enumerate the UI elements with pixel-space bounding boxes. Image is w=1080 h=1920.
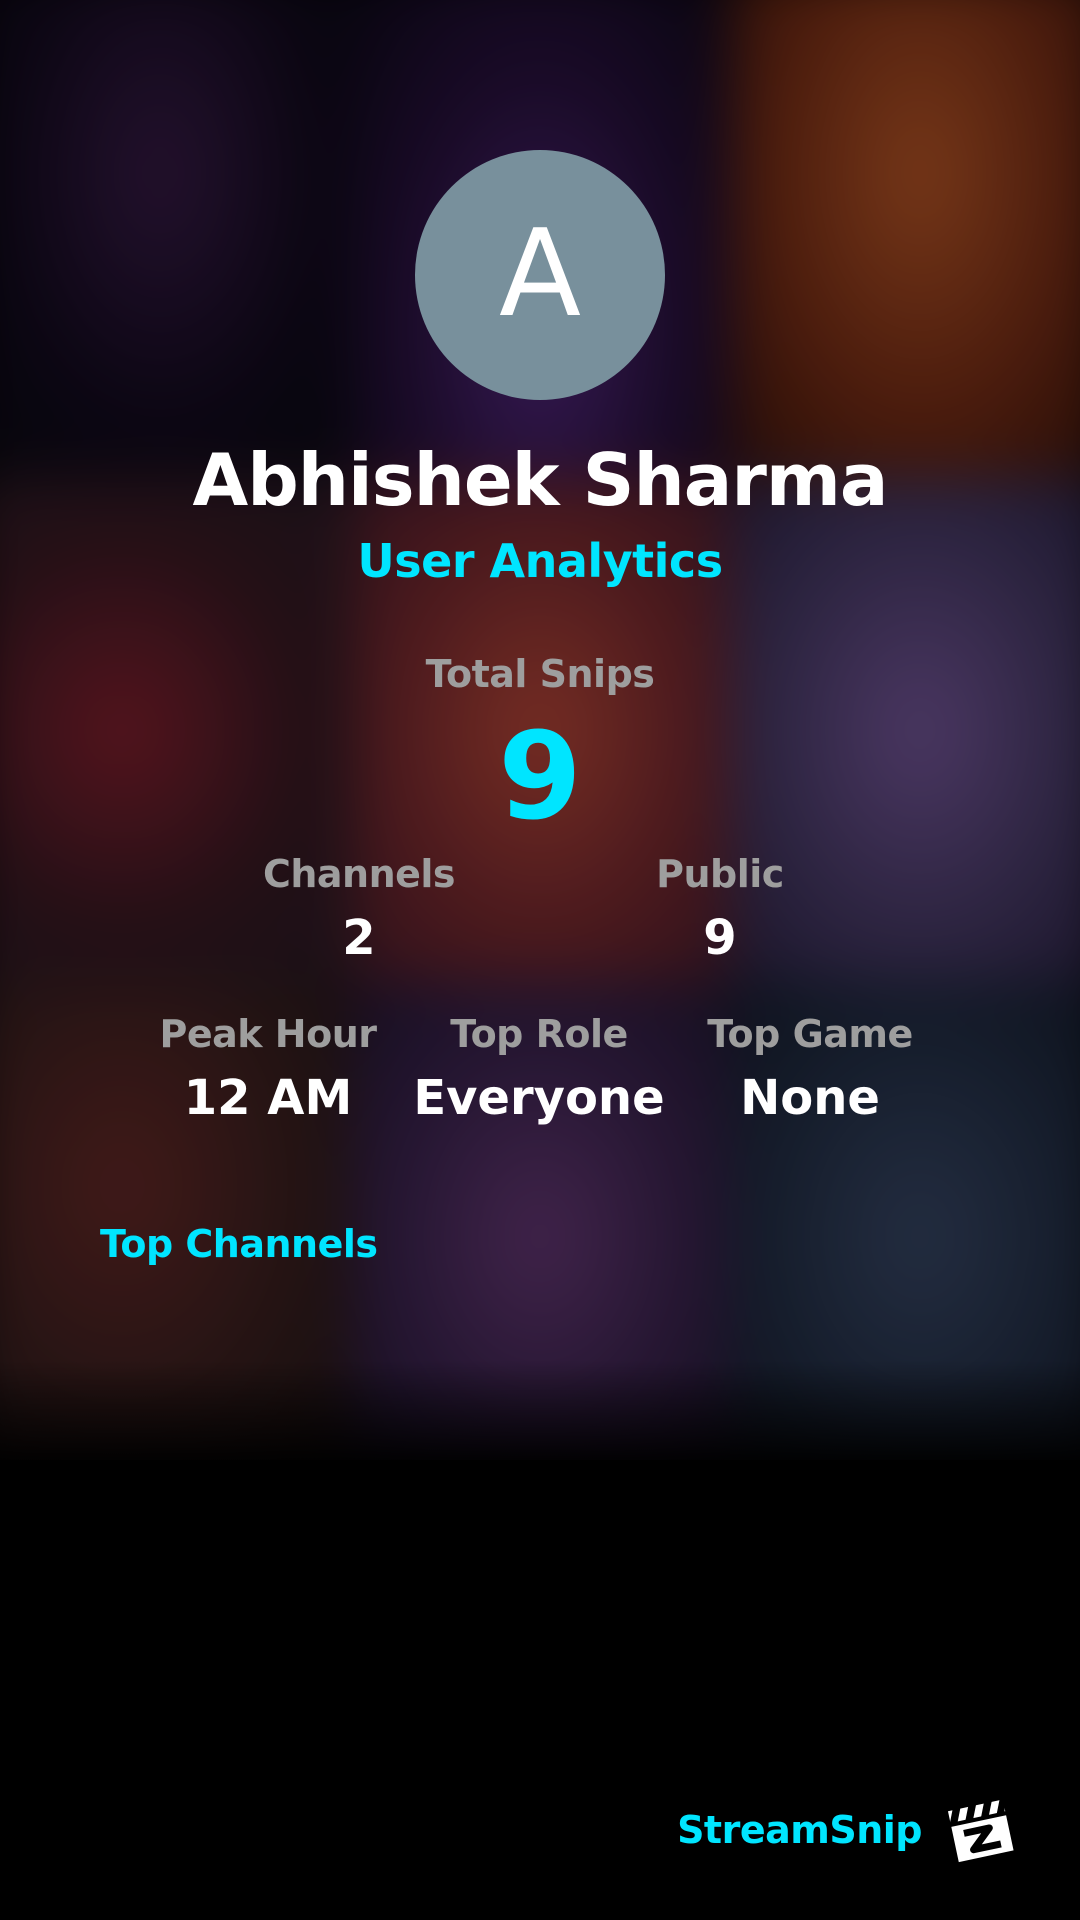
stat-label: Channels bbox=[262, 852, 456, 896]
stat-value: 2 bbox=[342, 910, 376, 966]
avatar-initial: A bbox=[498, 205, 582, 344]
stat-value: None bbox=[740, 1070, 880, 1126]
total-snips-value: 9 bbox=[498, 708, 582, 847]
avatar: A bbox=[415, 150, 665, 400]
stat-public: Public 9 bbox=[570, 852, 870, 966]
stat-top-role: Top Role Everyone bbox=[404, 1012, 674, 1126]
stat-label: Top Role bbox=[450, 1012, 628, 1056]
total-snips-label: Total Snips bbox=[425, 652, 655, 696]
stat-value: Everyone bbox=[413, 1070, 665, 1126]
stat-label: Public bbox=[656, 852, 784, 896]
stat-value: 12 AM bbox=[183, 1070, 353, 1126]
analytics-card: A Abhishek Sharma User Analytics Total S… bbox=[0, 0, 1080, 1920]
brand-name: StreamSnip bbox=[677, 1808, 922, 1852]
page-subtitle: User Analytics bbox=[357, 534, 723, 588]
user-name: Abhishek Sharma bbox=[192, 438, 889, 522]
stat-channels: Channels 2 bbox=[209, 852, 509, 966]
brand-footer: StreamSnip bbox=[677, 1790, 1020, 1870]
stat-label: Peak Hour bbox=[159, 1012, 377, 1056]
stat-label: Top Game bbox=[707, 1012, 913, 1056]
stat-peak-hour: Peak Hour 12 AM bbox=[133, 1012, 403, 1126]
clapperboard-logo-icon bbox=[945, 1797, 1016, 1865]
stat-top-game: Top Game None bbox=[675, 1012, 945, 1126]
top-channels-heading: Top Channels bbox=[100, 1222, 378, 1266]
stat-value: 9 bbox=[703, 910, 737, 966]
